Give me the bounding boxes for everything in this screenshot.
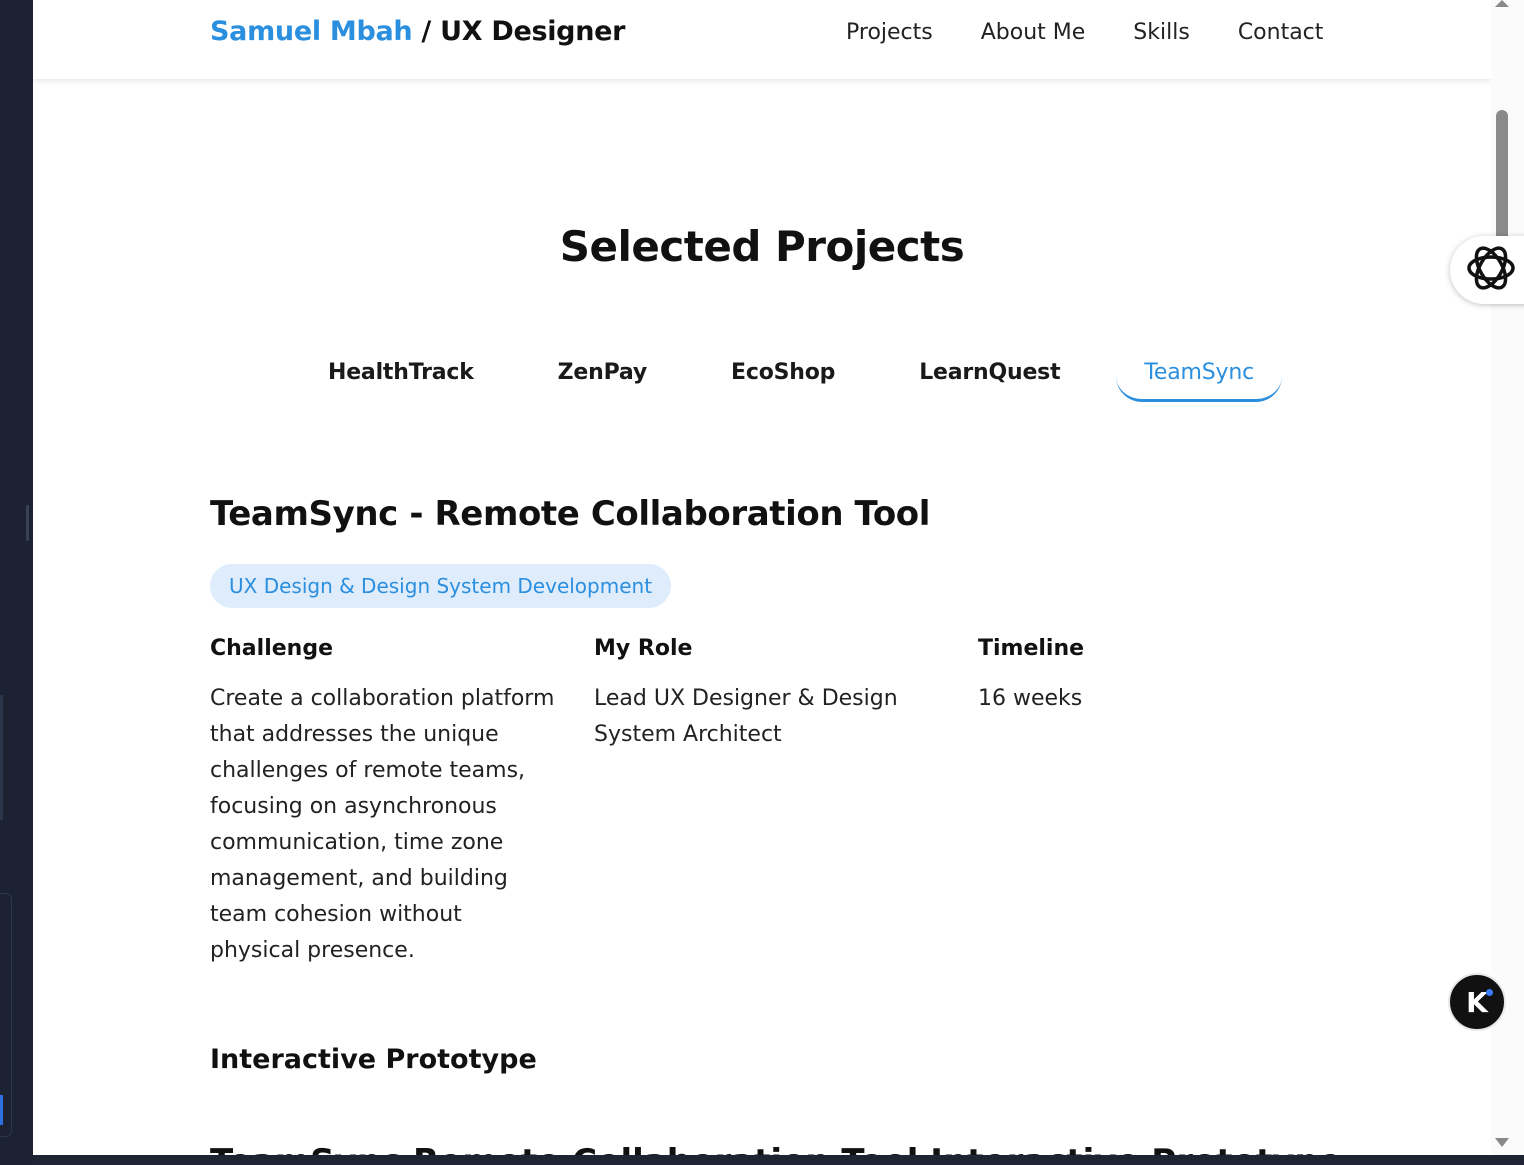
browser-viewport: Samuel Mbah / UX Designer Projects About… [33,0,1491,1155]
notification-dot [1486,989,1493,996]
tab-learnquest[interactable]: LearnQuest [891,358,1088,402]
k-assistant-icon: K [1466,985,1488,1019]
challenge-heading: Challenge [210,636,333,661]
tab-zenpay[interactable]: ZenPay [530,358,675,402]
nav-about-me[interactable]: About Me [981,20,1086,45]
prototype-heading: Interactive Prototype [210,1044,537,1075]
site-header: Samuel Mbah / UX Designer Projects About… [33,0,1491,79]
project-category-badge: UX Design & Design System Development [210,564,672,608]
active-indicator [0,1095,3,1125]
role-heading: My Role [594,636,693,661]
brand-separator: / [412,16,441,47]
window-bottom-edge [33,1155,1524,1165]
nav-projects[interactable]: Projects [846,20,933,45]
resize-handle[interactable] [26,505,29,541]
prototype-embed-title: TeamSync Remote Collaboration Tool Inter… [210,1142,1342,1155]
side-indicator [0,695,3,820]
challenge-column: Challenge Create a collaboration platfor… [210,636,555,969]
extension-button[interactable] [1450,236,1524,304]
openai-knot-icon [1464,241,1518,299]
nav-skills[interactable]: Skills [1133,20,1190,45]
brand-name: Samuel Mbah [210,16,413,47]
scroll-down-arrow-icon[interactable] [1495,1138,1509,1147]
project-title: TeamSync - Remote Collaboration Tool [210,494,931,534]
challenge-text: Create a collaboration platform that add… [210,686,555,963]
timeline-heading: Timeline [978,636,1085,661]
section-title: Selected Projects [559,222,965,271]
k-assistant-button[interactable]: K [1448,973,1506,1031]
scroll-up-arrow-icon[interactable] [1495,0,1509,7]
main-nav: Projects About Me Skills Contact [846,20,1371,45]
site-brand[interactable]: Samuel Mbah / UX Designer [210,16,625,47]
host-app-left-strip [0,0,33,1165]
role-column: My Role Lead UX Designer & Design System… [594,636,924,753]
tab-ecoshop[interactable]: EcoShop [703,358,863,402]
brand-role: UX Designer [440,16,626,47]
timeline-column: Timeline 16 weeks [978,636,1323,717]
project-tabs: HealthTrack ZenPay EcoShop LearnQuest Te… [300,358,1310,402]
role-text: Lead UX Designer & Design System Archite… [594,686,898,747]
tab-teamsync[interactable]: TeamSync [1116,358,1282,402]
tab-healthtrack[interactable]: HealthTrack [300,358,502,402]
nav-contact[interactable]: Contact [1238,20,1324,45]
scrollbar-thumb[interactable] [1496,110,1508,245]
timeline-text: 16 weeks [978,686,1083,711]
